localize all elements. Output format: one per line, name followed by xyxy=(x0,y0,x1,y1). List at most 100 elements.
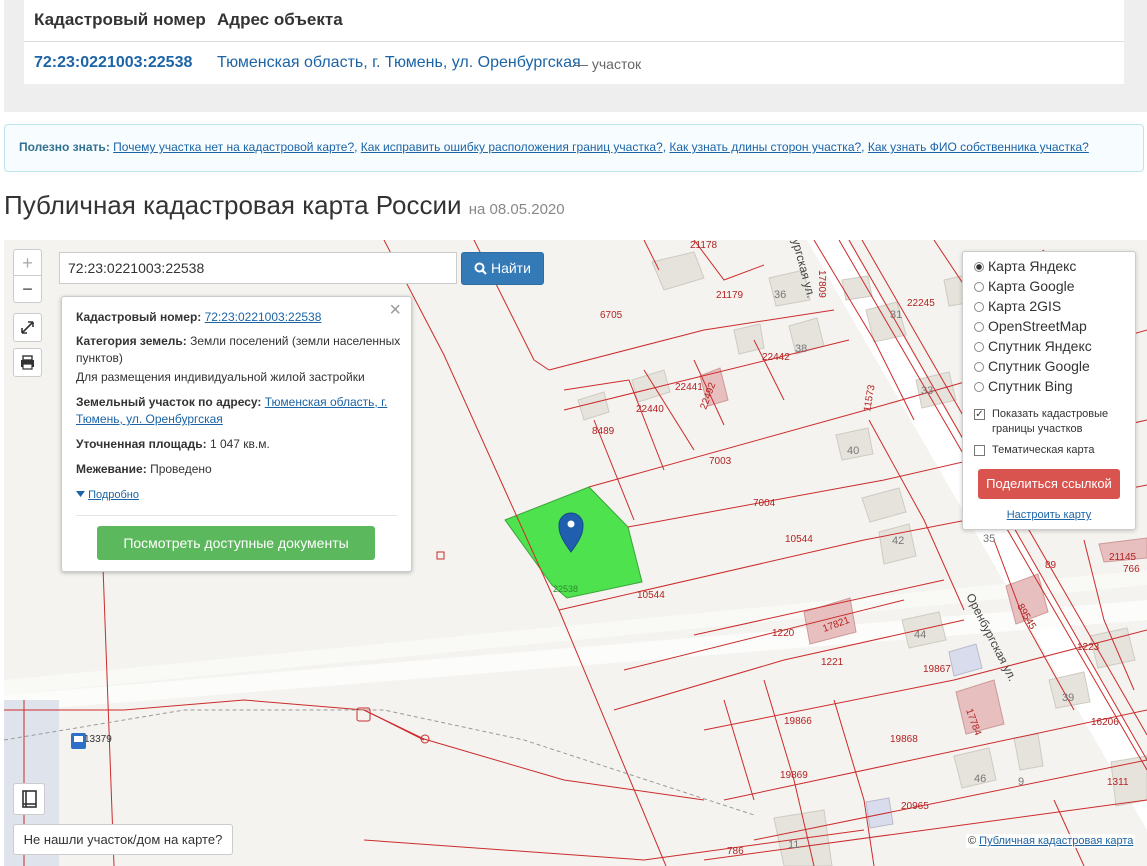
parcel-label-10544-b: 10544 xyxy=(637,590,665,601)
layer-option-bing-satellite[interactable]: Спутник Bing xyxy=(974,378,1073,394)
parcel-label-19868: 19868 xyxy=(890,734,918,745)
fullscreen-icon xyxy=(21,321,34,334)
parcel-label-1311: 1311 xyxy=(1107,777,1129,788)
popup-cadastral-link[interactable]: 72:23:0221003:22538 xyxy=(205,310,322,324)
parcel-label-21178: 21178 xyxy=(690,240,718,251)
radio-selected-icon[interactable] xyxy=(974,262,984,272)
radio-icon[interactable] xyxy=(974,282,984,292)
details-toggle[interactable]: Подробно xyxy=(76,487,401,504)
house-number-35: 35 xyxy=(983,533,995,545)
parcel-label-766: 766 xyxy=(1123,564,1140,575)
page-date: на 08.05.2020 xyxy=(468,201,565,218)
info-link-owner-name[interactable]: Как узнать ФИО собственника участка? xyxy=(868,140,1089,154)
page-title: Публичная кадастровая карта России на 08… xyxy=(4,190,565,220)
table-divider xyxy=(24,41,1124,42)
fullscreen-button[interactable] xyxy=(13,313,42,342)
layer-option-2gis-map[interactable]: Карта 2GIS xyxy=(974,298,1061,314)
cadastral-map[interactable]: 21178 21179 36 6705 17809 22245 31 38 22… xyxy=(4,240,1147,866)
info-link-missing-parcel[interactable]: Почему участка нет на кадастровой карте? xyxy=(113,140,354,154)
info-link-fix-borders[interactable]: Как исправить ошибку расположения границ… xyxy=(361,140,663,154)
zoom-in-button[interactable]: + xyxy=(14,250,41,276)
popup-cadastral-row: Кадастровый номер: 72:23:0221003:22538 xyxy=(76,310,322,324)
radio-icon[interactable] xyxy=(974,362,984,372)
popup-area-row: Уточненная площадь: 1 047 кв.м. xyxy=(76,437,270,451)
parcel-label-786: 786 xyxy=(727,846,744,857)
house-number-38: 38 xyxy=(795,343,807,355)
parcel-label-19869: 19869 xyxy=(780,770,808,781)
checkbox-icon[interactable] xyxy=(974,445,985,456)
parcel-label-22442: 22442 xyxy=(762,352,790,363)
parcel-info-popup: × Кадастровый номер: 72:23:0221003:22538… xyxy=(61,296,412,572)
parcel-label-8489: 8489 xyxy=(592,426,615,437)
bus-stop-icon xyxy=(71,733,86,749)
popup-divider xyxy=(76,515,397,516)
find-button[interactable]: Найти xyxy=(461,252,544,285)
layer-switcher: Карта Яндекс Карта Google Карта 2GIS Ope… xyxy=(962,251,1136,530)
share-link-button[interactable]: Поделиться ссылкой xyxy=(978,469,1120,499)
house-number-42: 42 xyxy=(892,535,904,547)
house-number-36: 36 xyxy=(774,289,786,301)
house-number-11: 11 xyxy=(788,839,799,851)
parcel-label-89: 89 xyxy=(1045,560,1057,571)
parcel-label-20965: 20965 xyxy=(901,801,929,812)
layer-option-yandex-map[interactable]: Карта Яндекс xyxy=(974,258,1076,274)
parcel-label-22245: 22245 xyxy=(907,298,935,309)
cadastral-number-link[interactable]: 72:23:0221003:22538 xyxy=(34,54,192,72)
configure-map-link[interactable]: Настроить карту xyxy=(963,509,1135,521)
house-number-39: 39 xyxy=(1062,692,1074,704)
layer-option-openstreetmap[interactable]: OpenStreetMap xyxy=(974,318,1087,334)
useful-info-label: Полезно знать: xyxy=(19,140,110,154)
parcel-label-21179: 21179 xyxy=(716,290,744,301)
house-number-40: 40 xyxy=(847,445,859,457)
book-icon xyxy=(22,790,37,808)
printer-icon xyxy=(21,355,34,370)
parcel-label-1220: 1220 xyxy=(772,628,795,639)
layer-option-yandex-satellite[interactable]: Спутник Яндекс xyxy=(974,338,1092,354)
view-documents-button[interactable]: Посмотреть доступные документы xyxy=(97,526,375,560)
parcel-label-13379: 13379 xyxy=(84,734,112,745)
radio-icon[interactable] xyxy=(974,322,984,332)
popup-address-row: Земельный участок по адресу: Тюменская о… xyxy=(76,395,388,426)
parcel-label-1223: 1223 xyxy=(1077,642,1100,653)
house-number-46: 46 xyxy=(974,773,986,785)
column-header-address: Адрес объекта xyxy=(217,10,343,29)
radio-icon[interactable] xyxy=(974,382,984,392)
zoom-control: + − xyxy=(13,249,42,303)
show-borders-toggle[interactable]: ✓ Показать кадастровые границы участков xyxy=(974,407,1124,437)
popup-usage-row: Для размещения индивидуальной жилой заст… xyxy=(76,370,365,384)
layer-option-google-satellite[interactable]: Спутник Google xyxy=(974,358,1090,374)
checkbox-checked-icon[interactable]: ✓ xyxy=(974,409,985,420)
not-found-button[interactable]: Не нашли участок/дом на карте? xyxy=(13,824,233,855)
parcel-label-19866: 19866 xyxy=(784,716,812,727)
thematic-map-toggle[interactable]: Тематическая карта xyxy=(974,443,1124,458)
attribution-link[interactable]: Публичная кадастровая карта xyxy=(979,835,1133,847)
info-link-side-lengths[interactable]: Как узнать длины сторон участка? xyxy=(669,140,861,154)
footpath xyxy=(4,709,755,816)
radio-icon[interactable] xyxy=(974,302,984,312)
layer-option-google-map[interactable]: Карта Google xyxy=(974,278,1075,294)
parcel-label-10544: 10544 xyxy=(785,534,813,545)
caret-down-icon xyxy=(76,491,85,497)
print-button[interactable] xyxy=(13,348,42,377)
legend-button[interactable] xyxy=(13,783,45,815)
popup-category-row: Категория земель: Земли поселений (земли… xyxy=(76,334,401,365)
house-number-31: 31 xyxy=(890,309,902,321)
parcel-label-7004: 7004 xyxy=(753,498,776,509)
address-link[interactable]: Тюменская область, г. Тюмень, ул. Оренбу… xyxy=(217,54,581,72)
parcel-label-22440: 22440 xyxy=(636,404,664,415)
zoom-out-button[interactable]: − xyxy=(14,276,41,302)
useful-info-box: Полезно знать: Почему участка нет на кад… xyxy=(4,124,1144,172)
parcel-label-7003: 7003 xyxy=(709,456,732,467)
popup-survey-row: Межевание: Проведено xyxy=(76,462,212,476)
object-type-label: — участок xyxy=(574,56,642,72)
parcel-label-1221: 1221 xyxy=(821,657,844,668)
radio-icon[interactable] xyxy=(974,342,984,352)
parcel-label-22441: 22441 xyxy=(675,382,703,393)
map-attribution: © Публичная кадастровая карта xyxy=(966,834,1136,848)
parcel-label-22538: 22538 xyxy=(553,584,578,594)
search-icon xyxy=(474,262,487,275)
house-number-33: 33 xyxy=(921,385,933,397)
parcel-label-6705: 6705 xyxy=(600,310,623,321)
parcel-label-19867: 19867 xyxy=(923,664,951,675)
cadastral-search-input[interactable]: 72:23:0221003:22538 xyxy=(59,252,457,284)
